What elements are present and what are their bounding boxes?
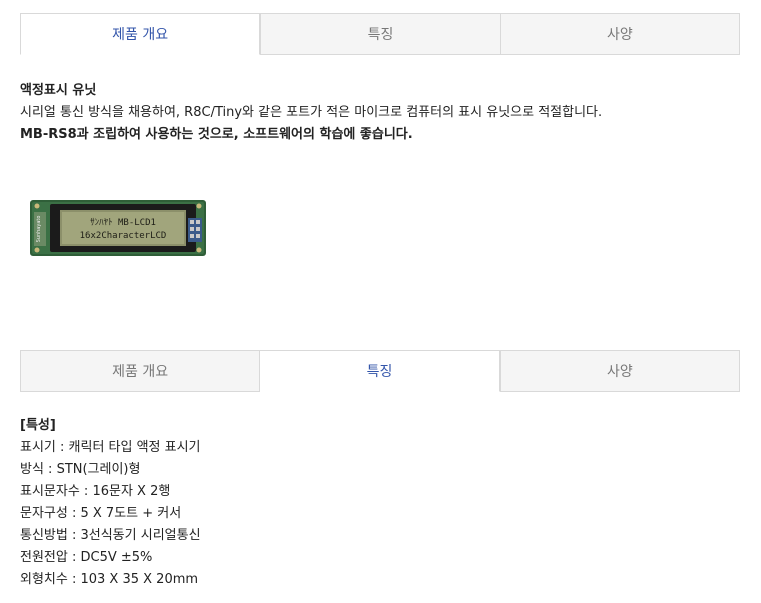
overview-title: 액정표시 유닛: [20, 83, 97, 98]
tab-overview[interactable]: 제품 개요: [20, 350, 261, 392]
tab-features[interactable]: 특징: [260, 13, 501, 55]
feature-item: 표시문자수 : 16문자 X 2행: [20, 484, 171, 499]
side-brand-text: Sunhayato: [36, 216, 42, 243]
feature-item: 통신방법 : 3선식동기 시리얼통신: [20, 528, 201, 543]
overview-section: 액정표시 유닛 시리얼 통신 방식을 채용하여, R8C/Tiny와 같은 포트…: [20, 80, 602, 146]
features-section: [특성] 표시기 : 캐릭터 타입 액정 표시기 방식 : STN(그레이)형 …: [20, 415, 201, 591]
lcd-text-line-2: 16x2CharacterLCD: [80, 231, 167, 241]
feature-item: 외형치수 : 103 X 35 X 20mm: [20, 572, 199, 587]
top-tab-bar: 제품 개요 특징 사양: [20, 13, 740, 55]
lcd-text-line-1: ｻﾝﾊﾔﾄ MB-LCD1: [90, 217, 156, 228]
tab-overview[interactable]: 제품 개요: [20, 13, 261, 55]
tab-specs[interactable]: 사양: [499, 350, 740, 392]
overview-line-1: 시리얼 통신 방식을 채용하여, R8C/Tiny와 같은 포트가 적은 마이크…: [20, 105, 603, 120]
tab-specs[interactable]: 사양: [500, 13, 740, 55]
tab-features[interactable]: 특징: [260, 350, 500, 392]
features-title: [특성]: [20, 418, 56, 433]
feature-item: 문자구성 : 5 X 7도트 + 커서: [20, 506, 182, 521]
feature-item: 표시기 : 캐릭터 타입 액정 표시기: [20, 440, 201, 455]
product-image: Sunhayato ｻﾝﾊﾔﾄ MB-LCD1 16x2CharacterLCD: [30, 196, 210, 258]
overview-line-2: MB-RS8과 조립하여 사용하는 것으로, 소프트웨어의 학습에 좋습니다.: [20, 127, 413, 142]
feature-item: 전원전압 : DC5V ±5%: [20, 550, 153, 565]
lcd-module-illustration: Sunhayato ｻﾝﾊﾔﾄ MB-LCD1 16x2CharacterLCD: [30, 200, 206, 256]
feature-item: 방식 : STN(그레이)형: [20, 462, 141, 477]
features-tab-bar: 제품 개요 특징 사양: [20, 350, 740, 392]
